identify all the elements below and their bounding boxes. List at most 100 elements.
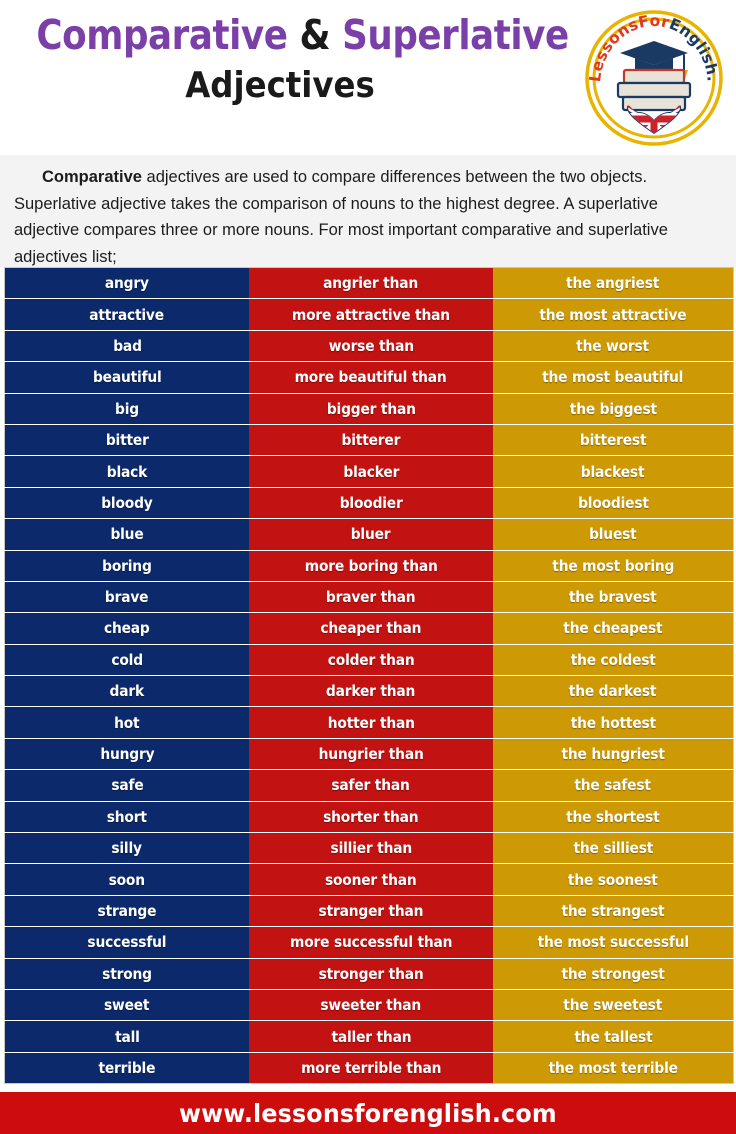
cell-base-adjective-text: black (106, 462, 148, 481)
cell-base-adjective-text: strong (102, 964, 152, 983)
cell-comparative-form: more attractive than (249, 298, 493, 331)
table-row: attractive more attractive than the most a… (4, 298, 734, 331)
cell-comparative-form-text: blacker (343, 462, 399, 481)
table-row: cold colder than the coldest (4, 644, 734, 677)
title-word-superlative: Superlative (342, 11, 569, 59)
table-row: terrible more terrible than the most terri… (4, 1052, 734, 1084)
cell-base-adjective: strange (4, 895, 249, 928)
cell-comparative-form: braver than (249, 581, 493, 614)
page-title-line-2: Adjectives (185, 65, 375, 107)
cell-comparative-form: more successful than (249, 926, 493, 959)
cell-superlative-form-text: the most successful (537, 933, 689, 952)
cell-comparative-form-text: bitterer (341, 431, 401, 450)
cell-base-adjective-text: bloody (101, 493, 153, 512)
cell-base-adjective-text: big (115, 399, 139, 418)
cell-base-adjective-text: sweet (104, 996, 150, 1015)
cell-comparative-form: blacker (249, 455, 493, 488)
cell-superlative-form: the most successful (493, 926, 734, 959)
cell-superlative-form-text: the tallest (573, 1027, 653, 1046)
cell-comparative-form-text: braver than (326, 588, 416, 607)
cell-comparative-form: worse than (249, 330, 493, 363)
cell-base-adjective-text: successful (87, 933, 167, 952)
cell-superlative-form: the most terrible (493, 1052, 734, 1084)
table-row: short shorter than the shortest (4, 801, 734, 834)
table-row: soon sooner than the soonest (4, 863, 734, 896)
cell-comparative-form-text: bluer (351, 525, 391, 544)
site-footer: www.lessonsforenglish.com (0, 1092, 736, 1134)
cell-comparative-form-text: taller than (331, 1027, 411, 1046)
table-row: hot hotter than the hottest (4, 706, 734, 739)
table-row: bad worse than the worst (4, 330, 734, 363)
cell-base-adjective: soon (4, 863, 249, 896)
cell-superlative-form-text: the most attractive (539, 305, 687, 324)
cell-comparative-form-text: sillier than (330, 839, 412, 858)
cell-comparative-form-text: bigger than (326, 399, 416, 418)
table-row: bitter bitterer bitterest (4, 424, 734, 457)
cell-comparative-form: sweeter than (249, 989, 493, 1022)
cell-comparative-form-text: darker than (326, 682, 416, 701)
cell-base-adjective: bitter (4, 424, 249, 457)
cell-superlative-form: bloodiest (493, 487, 734, 520)
cell-superlative-form: the cheapest (493, 612, 734, 645)
cell-superlative-form: the silliest (493, 832, 734, 865)
cell-base-adjective-text: hungry (99, 745, 155, 764)
cell-base-adjective: cold (4, 644, 249, 677)
footer-spacer (0, 1084, 736, 1093)
table-row: silly sillier than the silliest (4, 832, 734, 865)
cell-base-adjective-text: short (106, 807, 147, 826)
table-row: cheap cheaper than the cheapest (4, 612, 734, 645)
cell-superlative-form-text: bitterest (579, 431, 647, 450)
cell-superlative-form: bluest (493, 518, 734, 551)
cell-superlative-form-text: the darkest (569, 682, 657, 701)
cell-base-adjective-text: beautiful (92, 368, 162, 387)
page-header: Comparative & Superlative Adjectives Les… (0, 0, 736, 155)
cell-base-adjective: black (4, 455, 249, 488)
cell-comparative-form-text: hotter than (327, 713, 415, 732)
cell-superlative-form: the strangest (493, 895, 734, 928)
cell-base-adjective: safe (4, 769, 249, 802)
cell-base-adjective: sweet (4, 989, 249, 1022)
cell-superlative-form-text: bloodiest (577, 493, 649, 512)
cell-comparative-form: hotter than (249, 706, 493, 739)
cell-superlative-form-text: the safest (574, 776, 652, 795)
cell-comparative-form: bigger than (249, 393, 493, 425)
cell-superlative-form: bitterest (493, 424, 734, 457)
cell-comparative-form: sooner than (249, 863, 493, 896)
cell-comparative-form: bitterer (249, 424, 493, 457)
cell-base-adjective: tall (4, 1020, 249, 1053)
cell-comparative-form: colder than (249, 644, 493, 677)
cell-superlative-form: the darkest (493, 675, 734, 708)
cell-base-adjective: cheap (4, 612, 249, 645)
cell-superlative-form-text: the coldest (570, 650, 656, 669)
cell-base-adjective: blue (4, 518, 249, 551)
cell-superlative-form-text: the silliest (573, 839, 653, 858)
cell-comparative-form: bloodier (249, 487, 493, 520)
cell-comparative-form-text: more successful than (289, 933, 453, 952)
cell-base-adjective-text: dark (109, 682, 145, 701)
cell-superlative-form-text: the angriest (566, 274, 660, 293)
cell-superlative-form-text: the hungriest (561, 745, 665, 764)
cell-base-adjective-text: tall (114, 1027, 140, 1046)
cell-base-adjective-text: soon (108, 870, 146, 889)
cell-comparative-form: cheaper than (249, 612, 493, 645)
cell-superlative-form: the worst (493, 330, 734, 363)
cell-superlative-form-text: the most boring (552, 556, 674, 575)
table-row: tall taller than the tallest (4, 1020, 734, 1053)
cell-superlative-form-text: the cheapest (563, 619, 663, 638)
cell-superlative-form-text: the sweetest (563, 996, 663, 1015)
table-row: brave braver than the bravest (4, 581, 734, 614)
cell-base-adjective-text: bitter (105, 431, 149, 450)
cell-comparative-form: safer than (249, 769, 493, 802)
footer-website-url[interactable]: www.lessonsforenglish.com (179, 1099, 557, 1128)
cell-base-adjective: successful (4, 926, 249, 959)
cell-superlative-form-text: the most terrible (548, 1058, 678, 1077)
cell-base-adjective: hot (4, 706, 249, 739)
cell-superlative-form: the biggest (493, 393, 734, 425)
logo-badge-icon: LessonsForEnglish.Com (572, 0, 723, 146)
cell-base-adjective: silly (4, 832, 249, 865)
cell-superlative-form-text: bluest (589, 525, 637, 544)
cell-comparative-form: more beautiful than (249, 361, 493, 394)
cell-comparative-form: stronger than (249, 958, 493, 990)
page-title: Comparative & Superlative Adjectives (0, 13, 569, 107)
cell-base-adjective-text: cold (111, 650, 143, 669)
